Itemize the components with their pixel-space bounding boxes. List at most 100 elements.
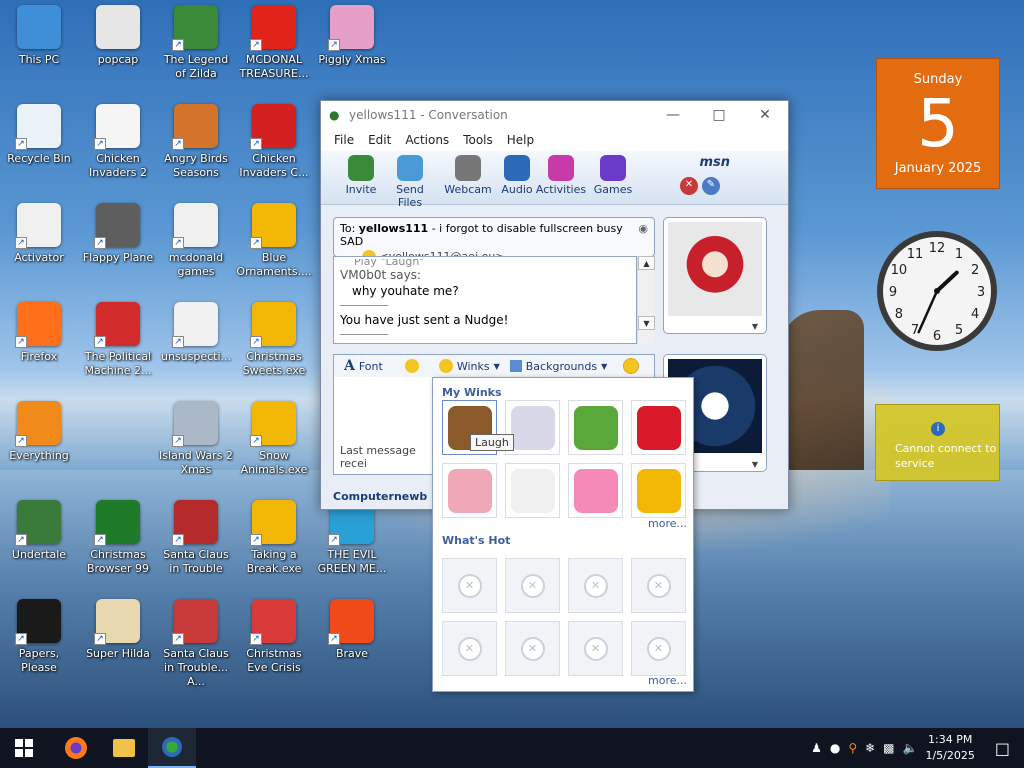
windows-icon	[15, 739, 33, 757]
desktop-icon[interactable]: ↗ Super Hilda	[79, 599, 157, 661]
backgrounds-button[interactable]: Backgrounds	[526, 360, 597, 373]
toolbar-webcam-button[interactable]: Webcam	[442, 155, 494, 196]
desktop-icon[interactable]: popcap	[79, 5, 157, 67]
app-icon: ↗	[172, 203, 218, 249]
menu-item-tools[interactable]: Tools	[456, 133, 500, 147]
whats-hot-wink[interactable]: ✕	[505, 621, 560, 676]
volume-muted-icon[interactable]: 🔈	[903, 741, 918, 755]
minimize-button[interactable]: —	[650, 101, 696, 129]
nudge-icon[interactable]	[623, 358, 640, 374]
desktop-icon[interactable]: ↗ Chicken Invaders 2	[79, 104, 157, 180]
desktop-icon[interactable]: ↗ Blue Ornaments....	[235, 203, 313, 279]
font-button[interactable]: Font	[359, 360, 383, 373]
desktop-icon[interactable]: ↗ Santa Claus in Trouble	[157, 500, 235, 576]
desktop-icon[interactable]: ↗ Everything	[0, 401, 78, 463]
chat-history[interactable]: Play "Laugh" VM0b0t says: why youhate me…	[333, 256, 637, 344]
maximize-button[interactable]: □	[696, 101, 742, 129]
desktop-icon[interactable]: ↗ Christmas Sweets.exe	[235, 302, 313, 378]
whats-hot-grid: ✕ ✕ ✕ ✕ ✕ ✕ ✕ ✕	[442, 558, 686, 676]
desktop-icon[interactable]: ↗ MCDONAL TREASURE...	[235, 5, 313, 81]
whats-hot-wink[interactable]: ✕	[505, 558, 560, 613]
wink-heart[interactable]	[568, 463, 623, 518]
desktop-icon[interactable]: ↗ unsuspecti...	[157, 302, 235, 364]
desktop-icon[interactable]: ↗ Undertale	[0, 500, 78, 562]
firefox-taskbar-icon[interactable]	[52, 728, 100, 768]
desktop-icon[interactable]: ↗ Taking a Break.exe	[235, 500, 313, 576]
desktop-icon[interactable]: ↗ Recycle Bin	[0, 104, 78, 166]
desktop-icon[interactable]: ↗ mcdonald games	[157, 203, 235, 279]
toolbar-send-files-button[interactable]: Send Files	[384, 155, 436, 209]
lips-icon	[636, 405, 681, 450]
desktop-icon[interactable]: ↗ Firefox	[0, 302, 78, 364]
contact-name[interactable]: yellows111	[359, 222, 428, 235]
toolbar-activities-button[interactable]: Activities	[535, 155, 587, 196]
taskbar-clock[interactable]: 1:34 PM 1/5/2025	[925, 732, 974, 764]
contact-avatar[interactable]: ▼	[663, 217, 767, 334]
network-icon[interactable]: ▩	[883, 741, 894, 755]
app-icon: ↗	[94, 599, 140, 645]
whats-hot-wink[interactable]: ✕	[442, 558, 497, 613]
menu-item-file[interactable]: File	[327, 133, 361, 147]
chat-scrollbar[interactable]: ▲ ▼	[637, 256, 655, 344]
webcam-small-icon[interactable]: ◉	[638, 222, 648, 235]
toolbar-games-button[interactable]: Games	[587, 155, 639, 196]
shortcut-arrow-icon: ↗	[94, 237, 106, 249]
search-icon[interactable]: ⚲	[848, 741, 857, 755]
desktop-icon[interactable]: ↗ THE EVIL GREEN ME...	[313, 500, 391, 576]
wink-drum[interactable]	[505, 463, 560, 518]
desktop-icon[interactable]: ↗ Angry Birds Seasons	[157, 104, 235, 180]
desktop-icon[interactable]: ↗ Santa Claus in Trouble... A...	[157, 599, 235, 689]
desktop-icon-label: This PC	[18, 53, 60, 66]
desktop-icon[interactable]: ↗ Activator	[0, 203, 78, 265]
desktop-icon[interactable]: ↗ The Political Machine 2...	[79, 302, 157, 378]
desktop-icon[interactable]: ↗ Brave	[313, 599, 391, 661]
winks-button[interactable]: Winks	[457, 360, 490, 373]
start-button[interactable]	[0, 728, 48, 768]
desktop-icon[interactable]: ↗ Snow Animals.exe	[235, 401, 313, 477]
more-hot-link[interactable]: more...	[648, 674, 687, 687]
whats-hot-wink[interactable]: ✕	[442, 621, 497, 676]
desktop-icon[interactable]: ↗ The Legend of Zilda	[157, 5, 235, 81]
shortcut-arrow-icon: ↗	[328, 534, 340, 546]
wink-pig[interactable]	[442, 463, 497, 518]
wink-green-dude[interactable]	[568, 400, 623, 455]
scroll-down-icon[interactable]: ▼	[638, 316, 655, 330]
notification-icon[interactable]: □	[995, 739, 1010, 758]
menu-item-actions[interactable]: Actions	[398, 133, 456, 147]
wink-smiley[interactable]	[631, 463, 686, 518]
more-winks-link[interactable]: more...	[648, 517, 687, 530]
wink-lips[interactable]	[631, 400, 686, 455]
desktop-icon[interactable]: This PC	[0, 5, 78, 67]
desktop-icon[interactable]: ↗ Flappy Plane	[79, 203, 157, 265]
desktop-icon[interactable]: ↗ Chicken Invaders C...	[235, 104, 313, 180]
chevron-down-icon[interactable]: ▼	[752, 460, 758, 469]
calendar-gadget[interactable]: Sunday 5 January 2025	[876, 58, 1000, 189]
chevron-down-icon[interactable]: ▼	[752, 322, 758, 331]
menu-item-help[interactable]: Help	[500, 133, 541, 147]
snowflake-icon[interactable]: ❄	[865, 741, 875, 755]
desktop-icon[interactable]: ↗ Christmas Eve Crisis	[235, 599, 313, 675]
messenger-taskbar-icon[interactable]	[148, 728, 196, 768]
weather-gadget[interactable]: i Cannot connect to service	[875, 404, 1000, 481]
file-explorer-taskbar-icon[interactable]	[100, 728, 148, 768]
desktop-icon[interactable]: ↗ Christmas Browser 99	[79, 500, 157, 576]
clock-gadget[interactable]: 1234567891011 12	[874, 228, 1000, 354]
whats-hot-wink[interactable]: ✕	[631, 558, 686, 613]
toolbar-invite-button[interactable]: Invite	[335, 155, 387, 196]
block-icon[interactable]: ✕	[680, 177, 698, 195]
whats-hot-wink[interactable]: ✕	[631, 621, 686, 676]
whats-hot-wink[interactable]: ✕	[568, 558, 623, 613]
menu-item-edit[interactable]: Edit	[361, 133, 398, 147]
window-titlebar[interactable]: ● yellows111 - Conversation — □ ✕	[321, 101, 788, 129]
whats-hot-wink[interactable]: ✕	[568, 621, 623, 676]
close-button[interactable]: ✕	[742, 101, 788, 129]
people-icon[interactable]: ♟	[811, 741, 822, 755]
desktop-icon[interactable]: ↗ Island Wars 2 Xmas	[157, 401, 235, 477]
message-compose-area[interactable]: Last message recei	[333, 377, 433, 475]
emoticon-icon[interactable]	[404, 359, 419, 373]
paint-icon[interactable]: ✎	[702, 177, 720, 195]
drop-icon[interactable]: ●	[830, 741, 840, 755]
desktop-icon[interactable]: ↗ Piggly Xmas	[313, 5, 391, 67]
scroll-up-icon[interactable]: ▲	[638, 256, 655, 270]
desktop-icon[interactable]: ↗ Papers, Please	[0, 599, 78, 675]
